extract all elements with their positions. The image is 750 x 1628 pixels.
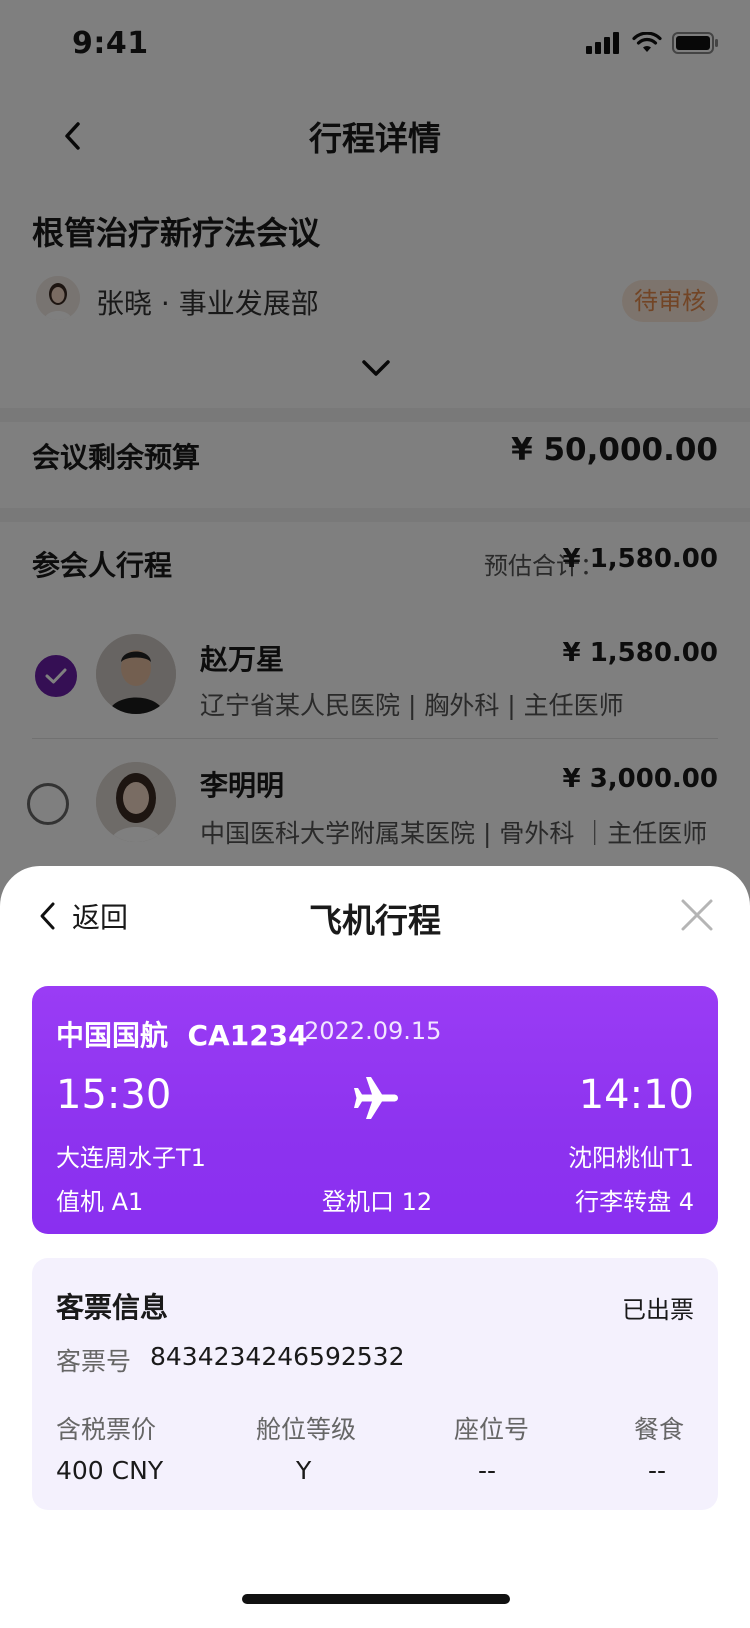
arrival-airport: 沈阳桃仙T1 [568,1144,694,1172]
baggage-carousel: 行李转盘 4 [575,1188,694,1216]
departure-time: 15:30 [56,1072,172,1118]
cabin-class-value: Y [296,1456,312,1485]
fare-label: 含税票价 [56,1415,157,1444]
boarding-gate: 登机口 12 [322,1188,433,1216]
ticket-status: 已出票 [622,1296,694,1324]
close-icon[interactable] [680,898,714,932]
departure-airport: 大连周水子T1 [56,1144,206,1172]
meal-label: 餐食 [634,1415,685,1444]
meal-value: -- [648,1456,667,1485]
flight-date: 2022.09.15 [304,1017,442,1045]
seat-number-label: 座位号 [454,1415,530,1444]
cabin-class-label: 舱位等级 [256,1415,357,1444]
airline-flight-number: 中国国航 CA1234 [56,1019,308,1052]
ticket-info-title: 客票信息 [56,1291,169,1324]
sheet-title: 飞机行程 [309,901,441,940]
checkin-counter: 值机 A1 [56,1188,144,1216]
home-indicator[interactable] [242,1594,510,1604]
seat-number-value: -- [478,1456,497,1485]
arrival-time: 14:10 [578,1072,694,1118]
flight-itinerary-sheet [0,866,750,1628]
ticket-number-value: 8434234246592532 [150,1342,405,1371]
ticket-number-label: 客票号 [56,1347,132,1376]
fare-value: 400 CNY [56,1456,164,1485]
airplane-icon [354,1077,398,1119]
